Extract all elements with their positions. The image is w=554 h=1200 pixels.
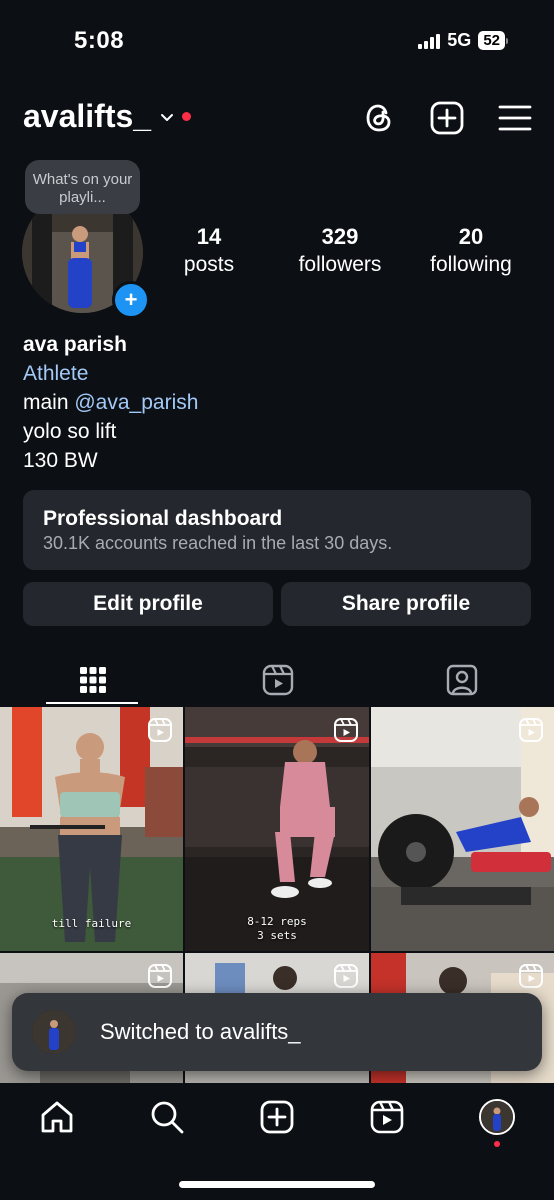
- network-type: 5G: [447, 30, 472, 50]
- post-caption-line-2: 3 sets: [257, 929, 297, 942]
- status-time: 5:08: [74, 27, 125, 54]
- followers-label: followers: [298, 253, 382, 276]
- create-post-icon[interactable]: [429, 100, 465, 136]
- create-icon[interactable]: [259, 1099, 295, 1135]
- notification-dot: [182, 112, 192, 121]
- dashboard-subtitle: 30.1K accounts reached in the last 30 da…: [43, 533, 393, 553]
- reel-badge-icon: [519, 718, 543, 742]
- profile-tab-avatar[interactable]: [479, 1099, 515, 1135]
- bio-mention-link[interactable]: @ava_parish: [74, 391, 198, 414]
- posts-label: posts: [183, 253, 235, 276]
- post-caption: till failure: [51, 917, 132, 930]
- username-title: avalifts_: [23, 98, 152, 134]
- edit-profile-button[interactable]: Edit profile: [23, 582, 273, 626]
- add-story-button[interactable]: +: [112, 281, 150, 319]
- dashboard-title: Professional dashboard: [43, 507, 283, 530]
- reels-icon: [262, 664, 293, 696]
- search-icon[interactable]: [149, 1099, 185, 1135]
- tab-grid[interactable]: [0, 655, 185, 705]
- bio-line-main: main @ava_parish: [23, 388, 198, 417]
- tab-reels[interactable]: [185, 655, 370, 705]
- chevron-down-icon: [161, 113, 174, 121]
- post-caption-line-1: 8-12 reps: [247, 915, 307, 928]
- reel-badge-icon: [334, 718, 358, 742]
- following-count: 20: [458, 224, 484, 249]
- posts-stat[interactable]: 14 posts: [149, 224, 269, 278]
- followers-stat[interactable]: 329 followers: [280, 224, 400, 278]
- grid-icon: [79, 667, 106, 693]
- reel-badge-icon: [148, 718, 172, 742]
- active-tab-indicator: [46, 702, 138, 704]
- tagged-icon: [446, 664, 477, 696]
- tab-tagged[interactable]: [369, 655, 554, 705]
- grid-post-3[interactable]: [371, 707, 554, 951]
- reel-badge-icon: [148, 964, 172, 988]
- profile-notification-dot: [494, 1141, 500, 1147]
- grid-post-1[interactable]: till failure: [0, 707, 183, 951]
- post-caption: 8-12 reps 3 sets: [185, 915, 369, 943]
- signal-icon: [418, 33, 441, 49]
- home-icon[interactable]: [39, 1099, 75, 1135]
- toast-message: Switched to avalifts_: [100, 1019, 301, 1044]
- share-profile-button[interactable]: Share profile: [281, 582, 531, 626]
- battery-level: 52: [478, 31, 505, 50]
- followers-count: 329: [321, 224, 359, 249]
- grid-post-2[interactable]: 8-12 reps 3 sets: [185, 707, 369, 951]
- post-thumbnail: [371, 707, 554, 951]
- toast-avatar: [32, 1010, 76, 1054]
- following-label: following: [430, 253, 512, 276]
- profile-bio: ava parish Athlete main @ava_parish yolo…: [23, 330, 198, 475]
- toast-avatar-image: [32, 1010, 76, 1054]
- bio-line-2: yolo so lift: [23, 420, 117, 443]
- reels-nav-icon[interactable]: [369, 1099, 405, 1135]
- reel-badge-icon: [519, 964, 543, 988]
- account-switched-toast[interactable]: Switched to avalifts_: [12, 993, 542, 1071]
- threads-icon[interactable]: [361, 100, 397, 136]
- bio-line-3: 130 BW: [23, 449, 98, 472]
- category-label: Athlete: [23, 362, 89, 385]
- profile-tab-avatar-image: [481, 1101, 513, 1133]
- post-thumbnail: [0, 707, 183, 951]
- display-name: ava parish: [23, 333, 127, 356]
- professional-dashboard-card[interactable]: Professional dashboard 30.1K accounts re…: [23, 490, 531, 570]
- account-switcher[interactable]: avalifts_: [23, 98, 192, 135]
- reel-badge-icon: [334, 964, 358, 988]
- status-indicators: 5G 52: [418, 30, 508, 51]
- note-bubble[interactable]: What's on your playli...: [25, 160, 140, 214]
- menu-icon[interactable]: [497, 100, 533, 136]
- following-stat[interactable]: 20 following: [411, 224, 531, 278]
- home-indicator[interactable]: [179, 1181, 375, 1188]
- bio-main-prefix: main: [23, 391, 75, 414]
- posts-count: 14: [196, 224, 222, 249]
- battery-icon: 52: [478, 31, 508, 50]
